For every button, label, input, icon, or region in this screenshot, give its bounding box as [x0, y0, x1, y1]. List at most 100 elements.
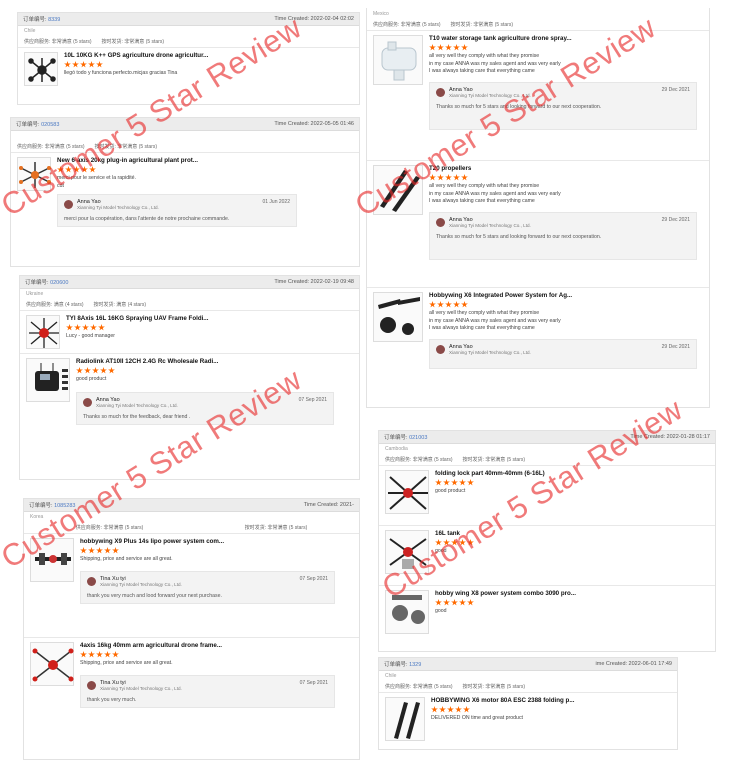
- reply-date: 29 Dec 2021: [661, 216, 690, 223]
- reply-company: Xianning Tyi Model Technology Co., Ltd.: [449, 349, 531, 355]
- order-number[interactable]: 021003: [409, 435, 427, 441]
- review-item: 4axis 16kg 40mm arm agricultural drone f…: [24, 637, 359, 712]
- product-title[interactable]: hobby wing X8 power system combo 3090 pr…: [435, 590, 709, 597]
- star-rating: [429, 301, 703, 308]
- product-thumbnail[interactable]: [373, 35, 423, 85]
- reply-company: Xianning Tyi Model Technology Co., Ltd.: [77, 205, 159, 210]
- rating-summary: 供应商服务: 非常满意 (5 stars) 按时发货: 非常满意 (5 stars…: [17, 144, 158, 150]
- product-title[interactable]: New 6-axis 20kg plug-in agricultural pla…: [57, 157, 353, 164]
- product-thumbnail[interactable]: [385, 470, 429, 514]
- buyer-country: [11, 131, 359, 141]
- product-title[interactable]: HOBBYWING X6 motor 80A ESC 2388 folding …: [431, 697, 671, 704]
- review-comment: I was always taking care that everything…: [429, 68, 535, 74]
- reply-text: thank you very much.: [87, 696, 137, 703]
- reply-text: merci pour la coopération, dans l'attent…: [64, 216, 230, 222]
- product-thumbnail[interactable]: [385, 530, 429, 574]
- reply-date: 29 Dec 2021: [661, 86, 690, 93]
- review-panel-7: 订单编号: 1329 ime Created: 2022-06-01 17:49 …: [378, 657, 678, 750]
- avatar: [436, 344, 445, 354]
- product-thumbnail[interactable]: [385, 697, 425, 741]
- order-number[interactable]: 8339: [48, 17, 60, 23]
- product-thumbnail[interactable]: [373, 292, 423, 342]
- review-comment: good product: [435, 488, 466, 494]
- review-panel-4: 订单编号: 1085283 Time Created: 2021- Korea 供…: [23, 498, 360, 760]
- order-header: 订单编号: 1085283 Time Created: 2021-: [24, 499, 359, 512]
- star-rating: [80, 651, 353, 658]
- order-number[interactable]: 1329: [409, 662, 421, 668]
- buyer-country: Mexico: [373, 11, 389, 17]
- review-comment: all very well they comply with what they…: [429, 53, 540, 59]
- product-thumbnail[interactable]: [385, 590, 429, 634]
- product-title[interactable]: T20 propellers: [429, 165, 703, 172]
- product-thumbnail[interactable]: [30, 538, 74, 582]
- reply-text: thank you very much and lood forward you…: [87, 592, 222, 599]
- reply-text: Thanks so much for 5 stars and looking f…: [436, 233, 602, 240]
- reply-company: Xianning Tyi Model Technology Co., Ltd.: [100, 685, 182, 691]
- star-rating: [80, 547, 353, 554]
- order-number[interactable]: 1085283: [54, 503, 75, 509]
- product-title[interactable]: TYI 8Axis 16L 16KG Spraying UAV Frame Fo…: [66, 315, 353, 322]
- product-thumbnail[interactable]: [373, 165, 423, 215]
- reply-company: Xianning Tyi Model Technology Co., Ltd.: [449, 222, 531, 228]
- buyer-country: Ukraine: [26, 291, 44, 297]
- product-title[interactable]: Radiolink AT10II 12CH 2.4G Rc Wholesale …: [76, 358, 353, 365]
- time-created: Time Created: 2022-02-19 09:48: [274, 279, 354, 285]
- star-rating: [431, 706, 671, 713]
- product-thumbnail[interactable]: [30, 642, 74, 686]
- star-rating: [429, 44, 703, 51]
- rating-summary: 供应商服务: 非常满意 (5 stars) 按时发货: 非常满意 (5 stars…: [385, 457, 526, 463]
- review-comment: in my case ANNA was my sales agent and w…: [429, 190, 561, 197]
- star-rating: [64, 61, 353, 68]
- product-title[interactable]: folding lock part 40mm-40mm (6-16L): [435, 470, 709, 477]
- review-comment: all very well they comply with what they…: [429, 310, 540, 316]
- seller-reply: Anna Yao Xianning Tyi Model Technology Co…: [57, 194, 297, 227]
- review-comment: in my case ANNA was my sales agent and w…: [429, 60, 561, 67]
- time-created: ime Created: 2022-06-01 17:49: [595, 661, 672, 667]
- rating-summary: 供应商服务: 满意 (4 stars) 按时发货: 满意 (4 stars): [26, 302, 147, 308]
- reply-date: 07 Sep 2021: [298, 396, 327, 403]
- buyer-country: Chile: [24, 28, 36, 34]
- product-title[interactable]: T10 water storage tank agriculture drone…: [429, 35, 703, 42]
- product-title[interactable]: Hobbywing X6 Integrated Power System for…: [429, 292, 703, 299]
- review-comment: I was always taking care that everything…: [429, 325, 535, 331]
- review-panel-3: 订单编号: 020600 Time Created: 2022-02-19 09:…: [19, 275, 360, 480]
- star-rating: [429, 174, 703, 181]
- product-thumbnail[interactable]: [26, 358, 70, 402]
- reply-company: Xianning Tyi Model Technology Co., Ltd.: [100, 581, 182, 587]
- seller-reply: Anna Yao Xianning Tyi Model Technology Co…: [76, 391, 334, 425]
- review-item: 16L tank good: [379, 525, 715, 585]
- product-thumbnail[interactable]: [24, 52, 58, 86]
- time-created: Time Created: 2022-01-28 01:17: [630, 434, 710, 440]
- review-comment: in my case ANNA was my sales agent and w…: [429, 317, 561, 324]
- star-rating: [76, 367, 353, 374]
- reply-company: Xianning Tyi Model Technology Co., Ltd.: [96, 402, 178, 408]
- seller-reply: Tina Xu tyi Xianning Tyi Model Technology…: [80, 674, 335, 708]
- avatar: [436, 217, 445, 227]
- review-comment: I was always taking care that everything…: [429, 198, 535, 204]
- order-header: 订单编号: 021003 Time Created: 2022-01-28 01:…: [379, 431, 715, 444]
- product-title[interactable]: 10L 10KG K++ GPS agriculture drone agric…: [64, 52, 353, 59]
- avatar: [87, 576, 96, 586]
- product-title[interactable]: 16L tank: [435, 530, 709, 537]
- review-panel-6: 订单编号: 021003 Time Created: 2022-01-28 01:…: [378, 430, 716, 652]
- time-created: Time Created: 2021-: [303, 502, 354, 508]
- review-comment: Shipping, price and service are all grea…: [80, 556, 173, 562]
- order-number[interactable]: 020600: [50, 280, 68, 286]
- reply-date: 29 Dec 2021: [661, 343, 690, 350]
- review-comment: Lucy - good manager: [66, 333, 116, 339]
- order-number[interactable]: 020583: [41, 122, 59, 128]
- buyer-country: Cambodia: [385, 446, 408, 452]
- rating-summary: 供应商服务: 非常满意 (5 stars) 按时发货: 非常满意 (5 stars…: [75, 525, 308, 531]
- order-header: 订单编号: 020600 Time Created: 2022-02-19 09:…: [20, 276, 359, 289]
- review-comment: all very well they comply with what they…: [429, 183, 540, 189]
- review-item: hobby wing X8 power system combo 3090 pr…: [379, 585, 715, 638]
- order-label: 订单编号:: [23, 17, 47, 23]
- product-title[interactable]: hobbywing X9 Plus 14s lipo power system …: [80, 538, 353, 545]
- product-title[interactable]: 4axis 16kg 40mm arm agricultural drone f…: [80, 642, 353, 649]
- review-comment: Shipping, price and service are all grea…: [80, 660, 173, 666]
- product-thumbnail[interactable]: [17, 157, 51, 191]
- order-header: 订单编号: 8339 Time Created: 2022-02-04 02:02: [18, 13, 359, 26]
- product-thumbnail[interactable]: [26, 315, 60, 349]
- review-item: TYI 8Axis 16L 16KG Spraying UAV Frame Fo…: [20, 310, 359, 353]
- reply-date: 07 Sep 2021: [299, 575, 328, 582]
